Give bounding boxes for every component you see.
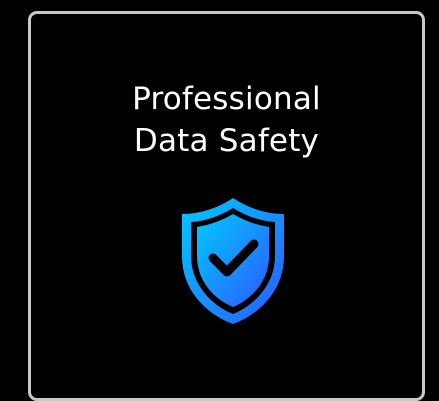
card-title-line-1: Professional	[132, 81, 321, 117]
shield-check-icon	[182, 198, 284, 324]
card-title: Professional Data Safety	[31, 78, 422, 162]
card-title-line-2: Data Safety	[133, 123, 320, 159]
feature-card[interactable]: Professional Data Safety	[28, 11, 425, 401]
